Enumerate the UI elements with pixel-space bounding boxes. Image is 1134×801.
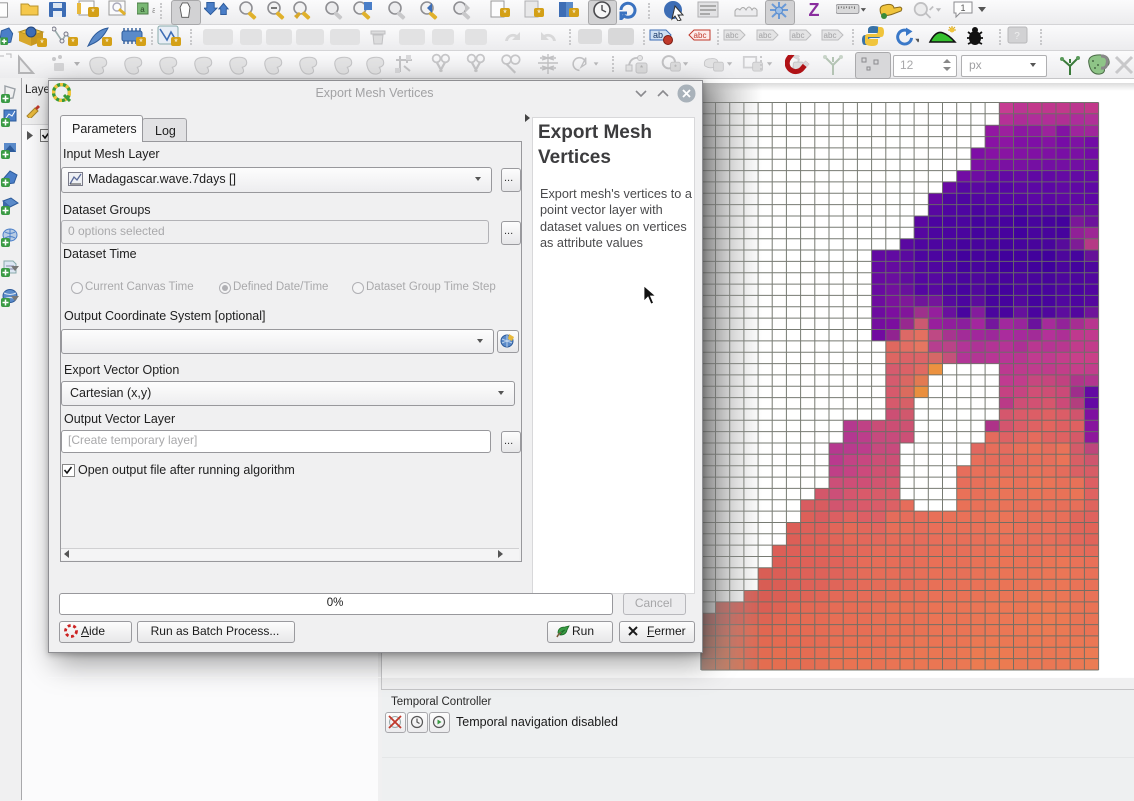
svg-text:abc: abc	[792, 31, 805, 40]
svg-text:*: *	[174, 37, 178, 47]
svg-text:abc: abc	[824, 31, 837, 40]
svg-text:?: ?	[1014, 31, 1020, 42]
svg-text:a: a	[140, 5, 145, 14]
svg-text:*: *	[537, 8, 541, 18]
svg-text:*: *	[139, 37, 143, 47]
svg-text:*: *	[572, 8, 576, 18]
svg-text:Z: Z	[809, 0, 820, 19]
svg-text:*: *	[91, 7, 95, 17]
svg-text:*: *	[105, 37, 109, 47]
svg-text:abc: abc	[726, 31, 739, 40]
svg-text:abc: abc	[759, 31, 772, 40]
svg-text:*: *	[71, 37, 75, 47]
svg-text:a: a	[152, 5, 155, 15]
svg-text:*: *	[674, 64, 677, 71]
svg-text:1: 1	[960, 3, 965, 13]
svg-text:*: *	[640, 64, 643, 73]
svg-text:*: *	[503, 8, 507, 18]
svg-text:ab: ab	[653, 30, 663, 40]
svg-text:abc: abc	[694, 31, 707, 40]
svg-text:*: *	[40, 38, 44, 47]
